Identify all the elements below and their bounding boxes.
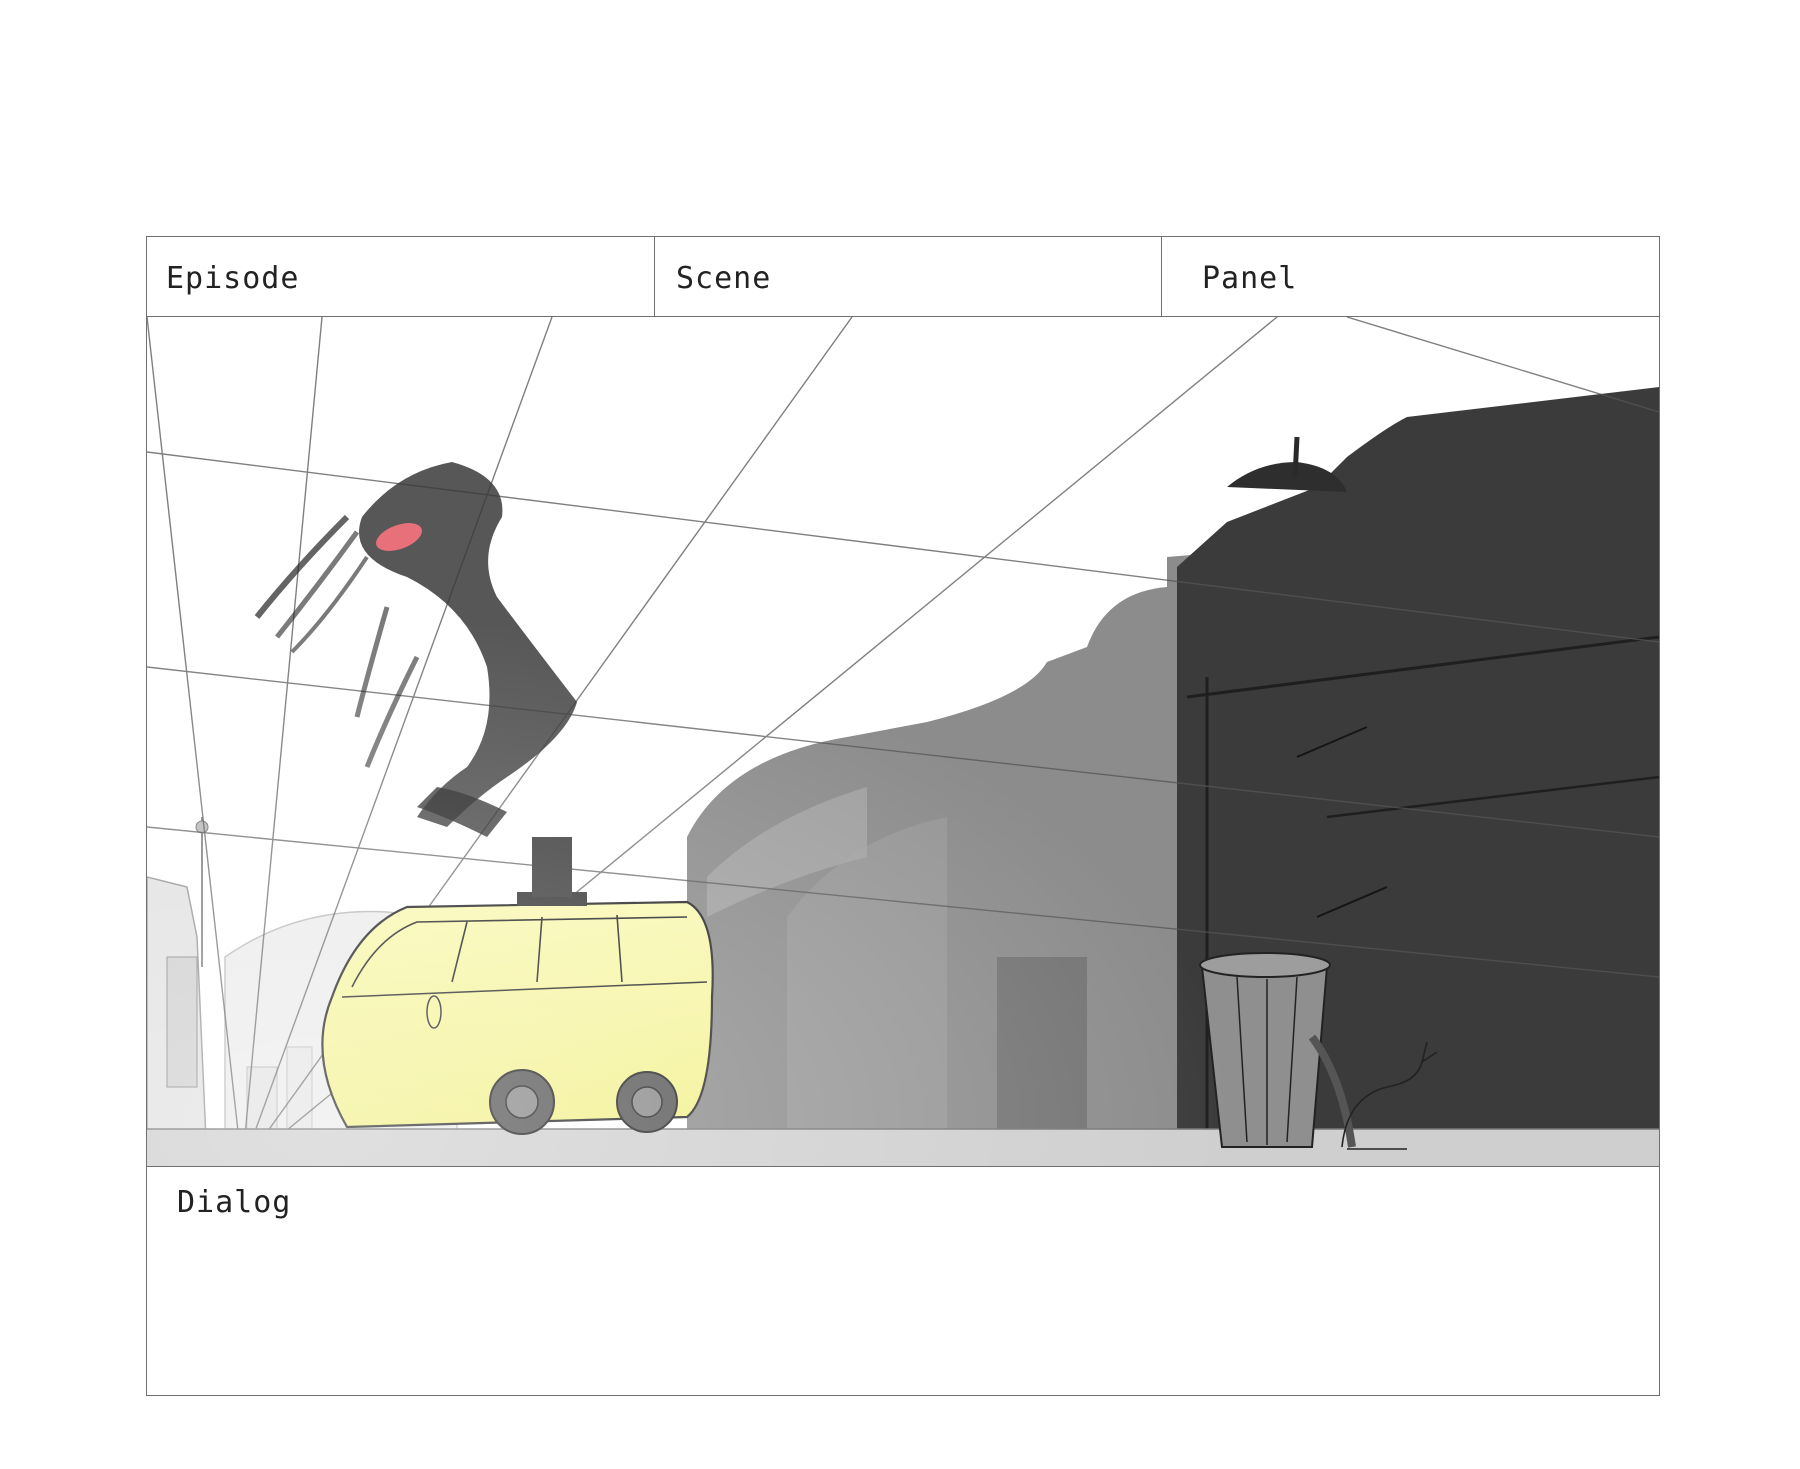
panel-label: Panel — [1202, 261, 1298, 296]
panel-drawing-frame — [147, 317, 1659, 1167]
episode-label: Episode — [166, 261, 300, 296]
scene-label: Scene — [676, 261, 772, 296]
episode-cell[interactable]: Episode — [147, 237, 655, 316]
storyboard-sheet: Episode Scene Panel Dialog — [146, 236, 1660, 1396]
panel-sketch — [147, 317, 1659, 1166]
scene-cell[interactable]: Scene — [655, 237, 1162, 316]
header-row: Episode Scene Panel — [147, 237, 1659, 317]
dialog-label: Dialog — [177, 1185, 292, 1220]
dialog-area[interactable]: Dialog — [147, 1167, 1659, 1395]
panel-cell[interactable]: Panel — [1162, 237, 1659, 316]
